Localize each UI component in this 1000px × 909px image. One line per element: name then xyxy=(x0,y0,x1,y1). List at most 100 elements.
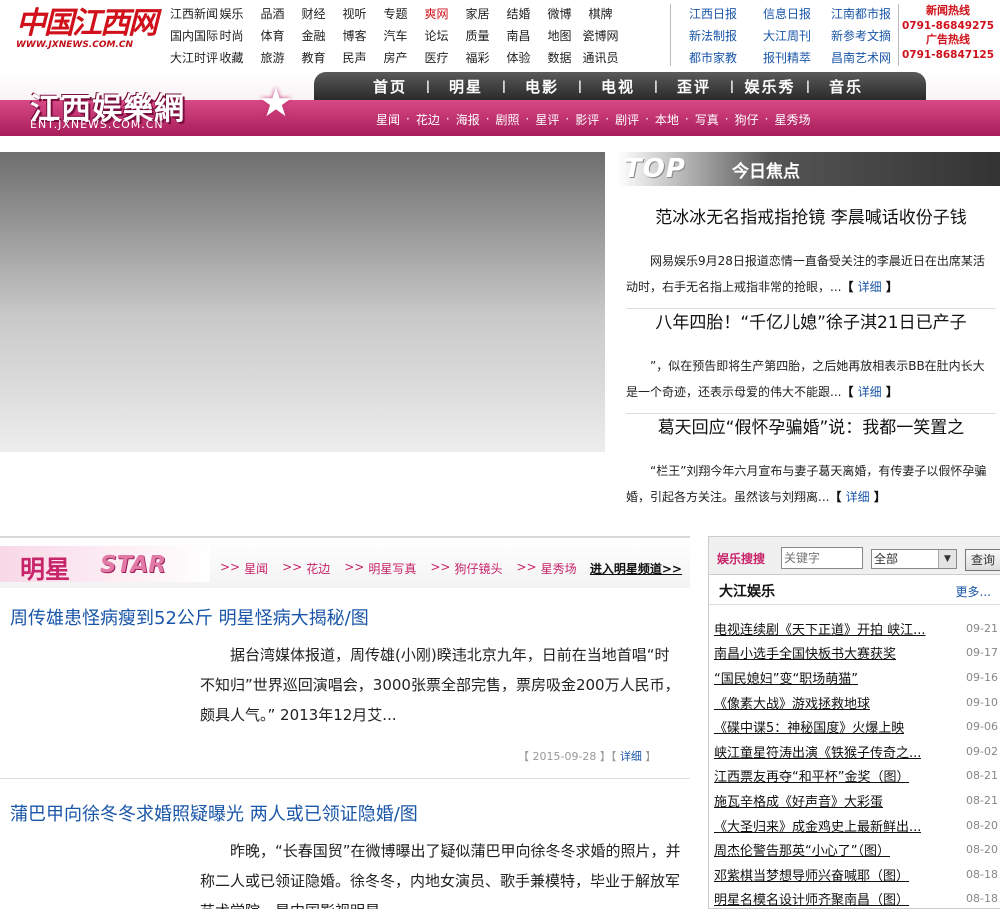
sub-nav-item[interactable]: 剧评 xyxy=(615,111,639,128)
top-nav-link[interactable]: 房产 xyxy=(375,49,416,66)
paper-link[interactable]: 江西日报 xyxy=(676,5,750,22)
list-item-title[interactable]: “国民媳妇”变“职场萌猫” xyxy=(714,668,858,687)
top-nav-link[interactable]: 地图 xyxy=(539,27,580,44)
list-item-title[interactable]: 《碟中谍5：神秘国度》火爆上映 xyxy=(714,717,904,736)
detail-link[interactable]: 详细 xyxy=(858,385,882,399)
paper-link[interactable]: 报刊精萃 xyxy=(750,49,824,66)
star-sub-link[interactable]: 明星写真 xyxy=(368,560,416,577)
top-nav-link[interactable]: 数据 xyxy=(539,49,580,66)
top-nav-link[interactable]: 微博 xyxy=(539,5,580,22)
top-nav-link[interactable]: 江西新闻 xyxy=(170,5,218,22)
paper-link[interactable]: 新参考文摘 xyxy=(824,27,898,44)
channel-url: ENT.JXNEWS.COM.CN xyxy=(30,118,164,131)
main-nav-item[interactable]: 娱乐秀 xyxy=(744,76,796,97)
top-nav-link[interactable]: 通讯员 xyxy=(580,49,621,66)
article-more-link[interactable]: 详细 xyxy=(620,750,642,763)
top-nav-link[interactable]: 结婚 xyxy=(498,5,539,22)
paper-link[interactable]: 大江周刊 xyxy=(750,27,824,44)
top-nav-link[interactable]: 棋牌 xyxy=(580,5,621,22)
sub-nav-item[interactable]: 星闻 xyxy=(376,111,400,128)
focus-slideshow[interactable] xyxy=(0,152,605,452)
site-logo[interactable]: 中国江西网 WWW.JXNEWS.COM.CN xyxy=(16,6,166,62)
top-label: TOP xyxy=(624,154,686,184)
top-nav-link[interactable]: 民声 xyxy=(334,49,375,66)
search-button[interactable]: 查询 xyxy=(965,549,1000,571)
top-nav-link[interactable]: 南昌 xyxy=(498,27,539,44)
top-nav-link[interactable]: 博客 xyxy=(334,27,375,44)
paper-link[interactable]: 新法制报 xyxy=(676,27,750,44)
list-item-title[interactable]: 电视连续剧《天下正道》开拍 峡江... xyxy=(714,619,926,638)
top-nav-link[interactable]: 质量 xyxy=(457,27,498,44)
article-title[interactable]: 周传雄患怪病瘦到52公斤 明星怪病大揭秘/图 xyxy=(10,604,369,630)
enter-star-channel-link[interactable]: 进入明星频道>> xyxy=(590,560,682,577)
nav-separator: · xyxy=(724,112,729,126)
top-nav-link[interactable]: 专题 xyxy=(375,5,416,22)
star-sub-link[interactable]: 花边 xyxy=(306,560,330,577)
sub-nav-item[interactable]: 星评 xyxy=(535,111,559,128)
list-item-title[interactable]: 《大圣归来》成金鸡史上最新鲜出... xyxy=(714,816,921,835)
sub-nav-item[interactable]: 星秀场 xyxy=(774,111,810,128)
top-nav-link[interactable]: 福彩 xyxy=(457,49,498,66)
main-nav-item[interactable]: 音乐 xyxy=(820,76,872,97)
sub-nav-item[interactable]: 狗仔 xyxy=(735,111,759,128)
top-nav-link[interactable]: 财经 xyxy=(293,5,334,22)
list-item-title[interactable]: 施瓦辛格成《好声音》大彩蛋 xyxy=(714,791,883,810)
nav-separator: · xyxy=(525,112,530,126)
top-nav-link[interactable]: 论坛 xyxy=(416,27,457,44)
paper-link[interactable]: 信息日报 xyxy=(750,5,824,22)
focus-story-title[interactable]: 八年四胎！“千亿儿媳”徐子淇21日已产子 xyxy=(626,311,996,335)
paper-link[interactable]: 江南都市报 xyxy=(824,5,898,22)
top-nav-link[interactable]: 家居 xyxy=(457,5,498,22)
star-sub-link[interactable]: 狗仔镜头 xyxy=(454,560,502,577)
top-nav-link[interactable]: 金融 xyxy=(293,27,334,44)
dajiang-more-link[interactable]: 更多... xyxy=(956,583,991,600)
top-nav-link[interactable]: 国内国际 xyxy=(170,27,218,44)
article-title[interactable]: 蒲巴甲向徐冬冬求婚照疑曝光 两人或已领证隐婚/图 xyxy=(10,800,418,826)
top-nav-link[interactable]: 收藏 xyxy=(211,49,252,66)
list-item-title[interactable]: 明星名模名设计师齐聚南昌（图） xyxy=(714,889,909,908)
focus-story-summary: ”，似在预告即将生产第四胎，之后她再放相表示BB在肚内长大是一个奇迹，还表示母爱… xyxy=(626,353,996,405)
star-sub-link[interactable]: 星秀场 xyxy=(541,560,577,577)
top-nav-link[interactable]: 体验 xyxy=(498,49,539,66)
top-nav-link[interactable]: 旅游 xyxy=(252,49,293,66)
top-nav-link[interactable]: 视听 xyxy=(334,5,375,22)
top-nav-link[interactable]: 体育 xyxy=(252,27,293,44)
main-nav-item[interactable]: 明星 xyxy=(440,76,492,97)
paper-link[interactable]: 昌南艺术网 xyxy=(824,49,898,66)
list-item-title[interactable]: 峡江童星符涛出演《铁猴子传奇之... xyxy=(714,742,921,761)
sub-nav-item[interactable]: 花边 xyxy=(416,111,440,128)
search-input[interactable] xyxy=(781,547,863,569)
main-nav-item[interactable]: 首页 xyxy=(364,76,416,97)
detail-link[interactable]: 详细 xyxy=(846,490,870,504)
focus-story-summary: 网易娱乐9月28日报道恋情一直备受关注的李晨近日在出席某活动时，右手无名指上戒指… xyxy=(626,248,996,300)
list-item-title[interactable]: 邓紫棋当梦想导师兴奋喊耶（图） xyxy=(714,865,909,884)
top-nav-link[interactable]: 品酒 xyxy=(252,5,293,22)
sub-nav-item[interactable]: 影评 xyxy=(575,111,599,128)
star-sub-link[interactable]: 星闻 xyxy=(244,560,268,577)
focus-story-title[interactable]: 范冰冰无名指戒指抢镜 李晨喊话收份子钱 xyxy=(626,206,996,230)
top-nav-link[interactable]: 大江时评 xyxy=(170,49,218,66)
focus-story-title[interactable]: 葛天回应“假怀孕骗婚”说：我都一笑置之 xyxy=(626,416,996,440)
sub-nav-item[interactable]: 本地 xyxy=(655,111,679,128)
list-item-title[interactable]: 南昌小选手全国快板书大赛获奖 xyxy=(714,643,896,662)
list-item-title[interactable]: 《像素大战》游戏拯救地球 xyxy=(714,693,870,712)
top-nav-link[interactable]: 娱乐 xyxy=(211,5,252,22)
detail-link[interactable]: 详细 xyxy=(858,280,882,294)
sub-nav-item[interactable]: 写真 xyxy=(695,111,719,128)
top-nav-link[interactable]: 爽网 xyxy=(416,5,457,22)
top-nav-link[interactable]: 时尚 xyxy=(211,27,252,44)
focus-story: 八年四胎！“千亿儿媳”徐子淇21日已产子 ”，似在预告即将生产第四胎，之后她再放相… xyxy=(626,311,996,405)
list-item-title[interactable]: 周杰伦警告那英“小心了”（图） xyxy=(714,840,890,859)
main-nav-item[interactable]: 电视 xyxy=(592,76,644,97)
sub-nav-item[interactable]: 海报 xyxy=(456,111,480,128)
main-nav-item[interactable]: 歪评 xyxy=(668,76,720,97)
top-nav-link[interactable]: 教育 xyxy=(293,49,334,66)
top-nav-link[interactable]: 医疗 xyxy=(416,49,457,66)
top-nav-link[interactable]: 瓷博网 xyxy=(580,27,621,44)
main-nav-item[interactable]: 电影 xyxy=(516,76,568,97)
search-category-select[interactable]: 全部 ▼ xyxy=(871,549,957,569)
list-item-title[interactable]: 江西票友再夺“和平杯”金奖（图） xyxy=(714,766,909,785)
paper-link[interactable]: 都市家教 xyxy=(676,49,750,66)
sub-nav-item[interactable]: 剧照 xyxy=(496,111,520,128)
top-nav-link[interactable]: 汽车 xyxy=(375,27,416,44)
